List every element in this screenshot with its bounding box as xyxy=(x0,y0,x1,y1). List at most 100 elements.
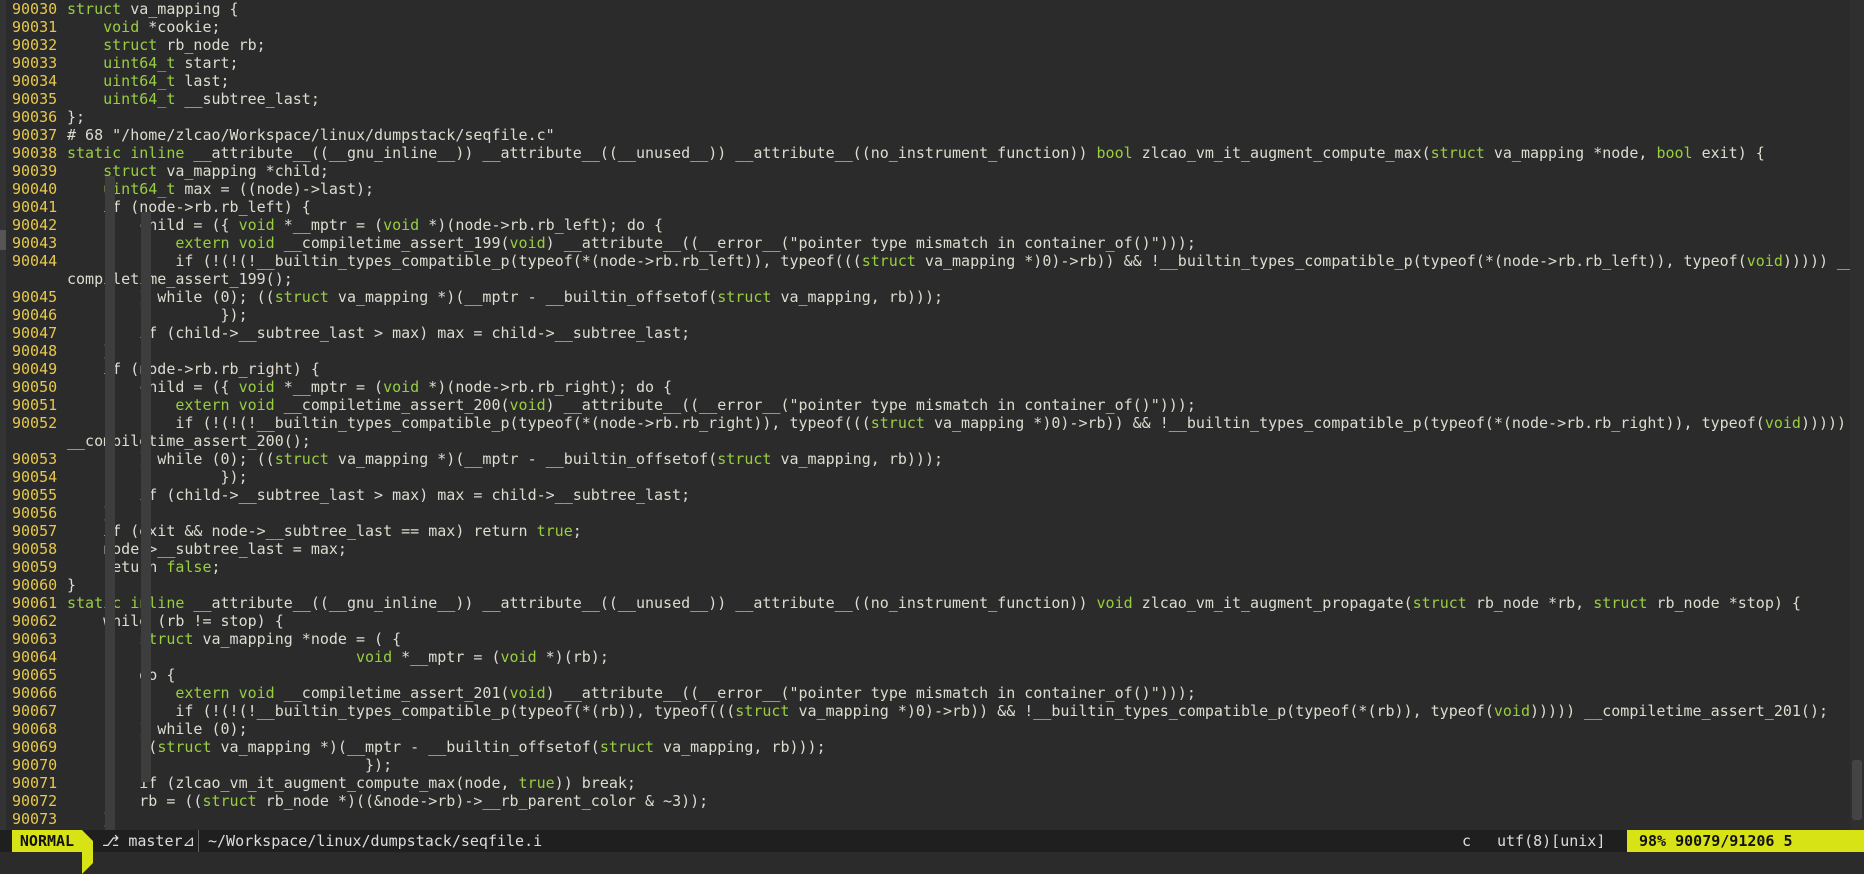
code-line[interactable]: 90047 if (child->__subtree_last > max) m… xyxy=(0,324,1864,342)
line-text: rb = ((struct rb_node *)((&node->rb)->__… xyxy=(67,792,709,810)
line-text: struct va_mapping { xyxy=(67,0,239,18)
line-number: 90064 xyxy=(12,648,58,666)
line-number: 90048 xyxy=(12,342,58,360)
code-line[interactable]: 90044 if (!(!(!__builtin_types_compatibl… xyxy=(0,252,1864,270)
line-number: 90056 xyxy=(12,504,58,522)
line-number: 90067 xyxy=(12,702,58,720)
line-text: } while (0); xyxy=(67,720,248,738)
status-line: NORMAL ⎇ master⊿ ~/Workspace/linux/dumps… xyxy=(0,830,1864,874)
code-line[interactable]: 90040 uint64_t max = ((node)->last); xyxy=(0,180,1864,198)
code-line[interactable]: 90066 extern void __compiletime_assert_2… xyxy=(0,684,1864,702)
line-text: if (zlcao_vm_it_augment_compute_max(node… xyxy=(67,774,636,792)
indent-guide xyxy=(105,176,115,830)
line-text: struct va_mapping *node = ( { xyxy=(139,630,402,648)
code-line[interactable]: 90061 static inline __attribute__((__gnu_… xyxy=(0,594,1864,612)
code-line[interactable]: 90069 ((struct va_mapping *)(__mptr - __… xyxy=(0,738,1864,756)
code-line[interactable]: 90043 extern void __compiletime_assert_1… xyxy=(0,234,1864,252)
code-line[interactable]: 90072 rb = ((struct rb_node *)((&node->r… xyxy=(0,792,1864,810)
line-number: 90068 xyxy=(12,720,58,738)
code-line[interactable]: 90058 node->__subtree_last = max; xyxy=(0,540,1864,558)
code-line[interactable]: 90054 }); xyxy=(0,468,1864,486)
line-text: compiletime_assert_199(); xyxy=(67,270,293,288)
line-number: 90045 xyxy=(12,288,58,306)
code-line[interactable]: 90037 # 68 "/home/zlcao/Workspace/linux/d… xyxy=(0,126,1864,144)
code-line[interactable]: 90050 child = ({ void *__mptr = (void *)… xyxy=(0,378,1864,396)
code-line[interactable]: 90063 struct va_mapping *node = ( { xyxy=(0,630,1864,648)
file-path: ~/Workspace/linux/dumpstack/seqfile.i xyxy=(208,832,543,850)
code-line[interactable]: 90041 if (node->rb.rb_left) { xyxy=(0,198,1864,216)
line-text: } xyxy=(67,576,77,594)
line-number: 90071 xyxy=(12,774,58,792)
line-text: while (rb != stop) { xyxy=(67,612,284,630)
line-number: 90066 xyxy=(12,684,58,702)
line-text: struct rb_node rb; xyxy=(103,36,266,54)
code-line[interactable]: 90056 } xyxy=(0,504,1864,522)
segment-divider xyxy=(198,830,199,852)
code-line[interactable]: 90073 } xyxy=(0,810,1864,828)
code-line[interactable]: 90046 }); xyxy=(0,306,1864,324)
file-type: c xyxy=(1462,832,1472,850)
code-line[interactable]: 90065 do { xyxy=(0,666,1864,684)
line-text: }; xyxy=(67,108,86,126)
code-line[interactable]: 90031 void *cookie; xyxy=(0,18,1864,36)
code-line[interactable]: compiletime_assert_199(); xyxy=(0,270,1864,288)
line-text: } while (0); ((struct va_mapping *)(__mp… xyxy=(67,450,944,468)
line-number: 90070 xyxy=(12,756,58,774)
code-line[interactable]: 90042 child = ({ void *__mptr = (void *)… xyxy=(0,216,1864,234)
code-line[interactable]: 90033 uint64_t start; xyxy=(0,54,1864,72)
line-number: 90030 xyxy=(12,0,58,18)
line-number: 90047 xyxy=(12,324,58,342)
code-line[interactable]: 90070 }); xyxy=(0,756,1864,774)
line-number: 90041 xyxy=(12,198,58,216)
line-number: 90052 xyxy=(12,414,58,432)
line-number: 90062 xyxy=(12,612,58,630)
line-number: 90050 xyxy=(12,378,58,396)
code-line[interactable]: 90036}; xyxy=(0,108,1864,126)
line-number: 90059 xyxy=(12,558,58,576)
code-line[interactable]: 90053 } while (0); ((struct va_mapping *… xyxy=(0,450,1864,468)
code-line[interactable]: 90052 if (!(!(!__builtin_types_compatibl… xyxy=(0,414,1864,432)
file-encoding: utf(8)[unix] xyxy=(1497,832,1606,850)
line-text: child = ({ void *__mptr = (void *)(node-… xyxy=(67,378,673,396)
code-line[interactable]: 90030 struct va_mapping { xyxy=(0,0,1864,18)
code-line[interactable]: 90032 struct rb_node rb; xyxy=(0,36,1864,54)
code-line[interactable]: 90064 void *__mptr = (void *)(rb); xyxy=(0,648,1864,666)
code-line[interactable]: 90045 } while (0); ((struct va_mapping *… xyxy=(0,288,1864,306)
line-text: }); xyxy=(67,756,393,774)
code-line[interactable]: 90035 uint64_t __subtree_last; xyxy=(0,90,1864,108)
line-number: 90046 xyxy=(12,306,58,324)
code-line[interactable]: 90068 } while (0); xyxy=(0,720,1864,738)
code-line[interactable]: 90057 if (exit && node->__subtree_last =… xyxy=(0,522,1864,540)
line-text: if (!(!(!__builtin_types_compatible_p(ty… xyxy=(67,252,1856,270)
line-text: # 68 "/home/zlcao/Workspace/linux/dumpst… xyxy=(67,126,555,144)
scrollbar[interactable] xyxy=(1850,0,1864,830)
code-line[interactable]: 90034 uint64_t last; xyxy=(0,72,1864,90)
line-text: if (node->rb.rb_left) { xyxy=(67,198,311,216)
line-text: __compiletime_assert_200(); xyxy=(67,432,311,450)
line-number: 90036 xyxy=(12,108,58,126)
code-line[interactable]: __compiletime_assert_200(); xyxy=(0,432,1864,450)
code-line[interactable]: 90060} xyxy=(0,576,1864,594)
code-line[interactable]: 90059 return false; xyxy=(0,558,1864,576)
branch-flag-icon: ⊿ xyxy=(182,832,196,850)
code-line[interactable]: 90048 } xyxy=(0,342,1864,360)
line-number: 90069 xyxy=(12,738,58,756)
code-area[interactable]: 90030 struct va_mapping {90031 void *cook… xyxy=(0,0,1864,830)
code-line[interactable]: 90039 struct va_mapping *child; xyxy=(0,162,1864,180)
code-line[interactable]: 90062 while (rb != stop) { xyxy=(0,612,1864,630)
code-line[interactable]: 90051 extern void __compiletime_assert_2… xyxy=(0,396,1864,414)
line-text: void *cookie; xyxy=(103,18,221,36)
code-line[interactable]: 90038 static inline __attribute__((__gnu_… xyxy=(0,144,1864,162)
line-text: ((struct va_mapping *)(__mptr - __builti… xyxy=(139,738,826,756)
cursor-position: 90079/91206 xyxy=(1675,832,1775,850)
line-number: 90072 xyxy=(12,792,58,810)
branch-label: ⎇ master xyxy=(102,832,183,850)
code-line[interactable]: 90049 if (node->rb.rb_right) { xyxy=(0,360,1864,378)
code-line[interactable]: 90055 if (child->__subtree_last > max) m… xyxy=(0,486,1864,504)
scrollbar-thumb[interactable] xyxy=(1852,760,1862,820)
code-line[interactable]: 90071 if (zlcao_vm_it_augment_compute_ma… xyxy=(0,774,1864,792)
mode-indicator: NORMAL xyxy=(12,830,82,852)
line-text: if (!(!(!__builtin_types_compatible_p(ty… xyxy=(67,702,1829,720)
line-number: 90055 xyxy=(12,486,58,504)
code-line[interactable]: 90067 if (!(!(!__builtin_types_compatibl… xyxy=(0,702,1864,720)
